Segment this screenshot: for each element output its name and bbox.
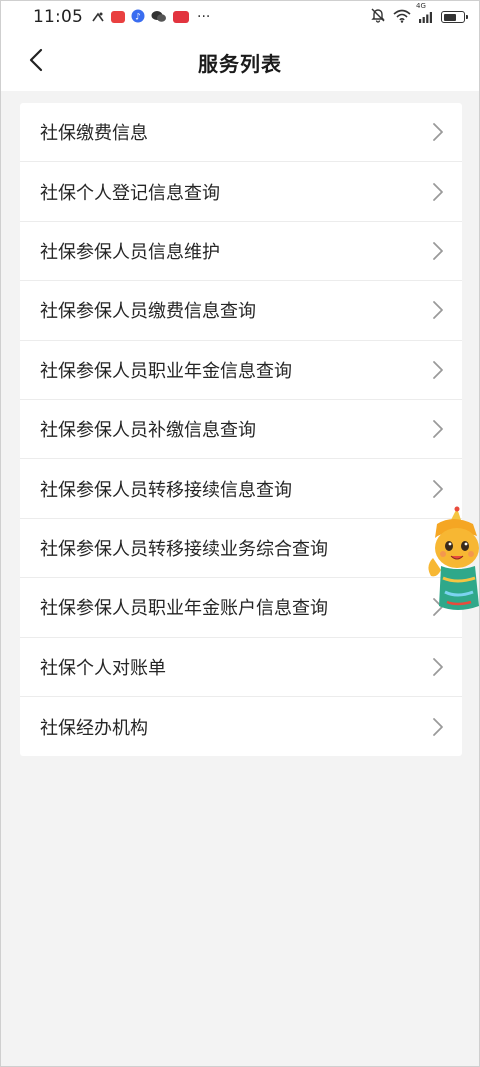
network-label: 4G <box>416 2 426 10</box>
wechat-icon <box>151 8 167 27</box>
battery-fill <box>443 13 457 21</box>
service-list-item[interactable]: 社保经办机构 <box>20 697 462 756</box>
app-blue-icon: ♪ <box>131 8 145 27</box>
wifi-icon <box>393 8 411 27</box>
mute-bell-icon <box>370 7 386 27</box>
service-item-label: 社保经办机构 <box>40 717 148 739</box>
svg-text:♪: ♪ <box>135 12 141 22</box>
service-list-item[interactable]: 社保参保人员缴费信息查询 <box>20 281 462 341</box>
app-red-icon <box>111 11 125 23</box>
service-list-item[interactable]: 社保参保人员转移接续业务综合查询 <box>20 519 462 579</box>
service-item-label: 社保缴费信息 <box>40 123 148 145</box>
status-bar: 11:05 ♪ ··· 4G <box>1 1 479 33</box>
service-item-label: 社保参保人员职业年金信息查询 <box>40 360 292 382</box>
service-item-label: 社保个人对账单 <box>40 657 166 679</box>
service-list-item[interactable]: 社保个人对账单 <box>20 638 462 697</box>
status-time: 11:05 <box>33 7 83 27</box>
chevron-right-icon <box>432 479 444 499</box>
notification-app-icon <box>91 8 105 27</box>
status-right: 4G <box>370 2 468 27</box>
service-item-label: 社保参保人员补缴信息查询 <box>40 420 256 442</box>
service-list-item[interactable]: 社保参保人员职业年金信息查询 <box>20 341 462 400</box>
status-app-icons: ♪ ··· <box>91 8 210 27</box>
service-list-item[interactable]: 社保参保人员补缴信息查询 <box>20 400 462 460</box>
chevron-right-icon <box>432 717 444 737</box>
battery-icon <box>441 11 468 23</box>
floating-mascot[interactable] <box>427 506 480 614</box>
service-list-item[interactable]: 社保参保人员信息维护 <box>20 222 462 282</box>
service-item-label: 社保参保人员转移接续业务综合查询 <box>40 538 328 560</box>
more-indicator: ··· <box>197 9 211 25</box>
app-red-badge-icon <box>173 11 189 23</box>
service-item-label: 社保参保人员转移接续信息查询 <box>40 479 292 501</box>
service-list-item[interactable]: 社保参保人员转移接续信息查询 <box>20 459 462 519</box>
service-item-label: 社保参保人员缴费信息查询 <box>40 301 256 323</box>
chevron-right-icon <box>432 241 444 261</box>
service-list-item[interactable]: 社保个人登记信息查询 <box>20 162 462 222</box>
chevron-right-icon <box>432 122 444 142</box>
page-title: 服务列表 <box>198 51 282 76</box>
nav-bar: 服务列表 <box>1 33 479 91</box>
chevron-right-icon <box>432 657 444 677</box>
service-item-label: 社保参保人员信息维护 <box>40 241 220 263</box>
service-list-item[interactable]: 社保缴费信息 <box>20 103 462 163</box>
service-item-label: 社保个人登记信息查询 <box>40 182 220 204</box>
service-item-label: 社保参保人员职业年金账户信息查询 <box>40 598 328 620</box>
chevron-right-icon <box>432 182 444 202</box>
chevron-right-icon <box>432 419 444 439</box>
back-button[interactable] <box>19 45 53 79</box>
cellular-signal-icon: 4G <box>416 2 434 23</box>
service-list-item[interactable]: 社保参保人员职业年金账户信息查询 <box>20 578 462 638</box>
chevron-right-icon <box>432 360 444 380</box>
service-list: 社保缴费信息 社保个人登记信息查询 社保参保人员信息维护 社保参保人员缴费信息查询 社保… <box>20 103 462 757</box>
chevron-left-icon <box>29 48 43 76</box>
chevron-right-icon <box>432 300 444 320</box>
